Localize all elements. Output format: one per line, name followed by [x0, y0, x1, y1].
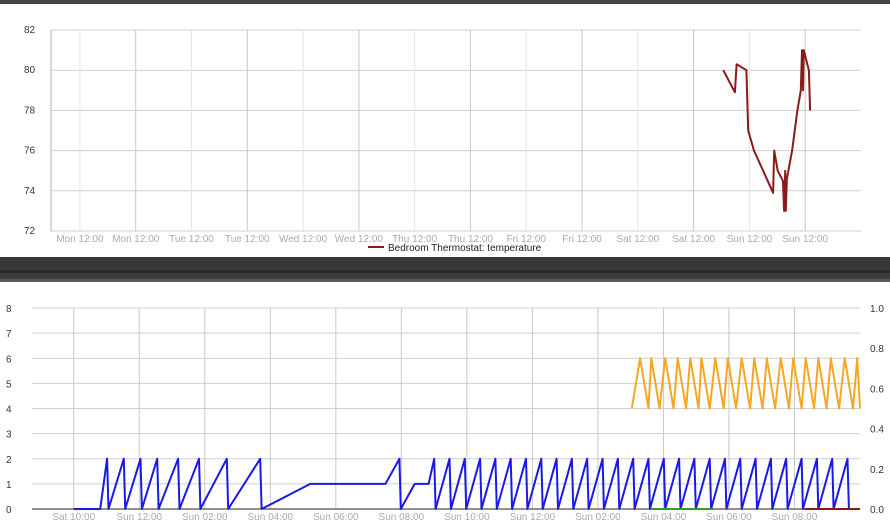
chart2-y-tick-label: 5: [6, 379, 12, 390]
chart2-x-tick-label: Sun 04:00: [641, 512, 687, 523]
chart1-x-tick-label: Mon 12:00: [56, 234, 104, 245]
chart2-y2-tick-label: 0.6: [870, 384, 884, 395]
chart1-legend-label: Bedroom Thermostat: temperature: [388, 243, 542, 254]
chart2-x-tick-label: Sun 12:00: [116, 512, 162, 523]
chart2-y2-tick-label: 0.2: [870, 465, 884, 476]
chart1-plot-area: [51, 30, 861, 231]
chart2-y-tick-label: 7: [6, 329, 12, 340]
chart2-y2-tick-label: 0.4: [870, 425, 884, 436]
chart2-x-tick-label: Sun 02:00: [575, 512, 621, 523]
chart2-x-tick-label: Sun 06:00: [313, 512, 359, 523]
chart2-x-ticks: Sat 10:00 Sun 12:00 Sun 02:00 Sun 04:00 Sun …: [52, 512, 817, 523]
chart2-x-tick-label: Sun 02:00: [182, 512, 228, 523]
chart2-y-ticks: 0 1 2 3 4 5 6 7 8: [6, 304, 12, 516]
chart1-legend: Bedroom Thermostat: temperature: [368, 243, 542, 254]
chart1-x-tick-label: Mon 12:00: [112, 234, 160, 245]
panel-divider: [0, 257, 890, 282]
activity-chart: 0 1 2 3 4 5 6 7 8 0.0 0.2 0.4 0.6 0.8 1.0 Sat 10:00 Su…: [6, 304, 884, 523]
chart2-y-tick-label: 0: [6, 505, 12, 516]
chart2-y-tick-label: 1: [6, 480, 12, 491]
chart1-x-tick-label: Wed 12:00: [335, 234, 384, 245]
chart2-y2-tick-label: 0.8: [870, 344, 884, 355]
chart1-y-ticks: 72 74 76 78 80 82: [24, 25, 36, 237]
chart2-y-tick-label: 8: [6, 304, 12, 315]
chart1-y-tick-label: 80: [24, 65, 36, 76]
chart1-y-tick-label: 78: [24, 105, 36, 116]
temperature-chart: 72 74 76 78 80 82 Mon 12:00 Mon 12:00 Tue 12:00…: [24, 25, 861, 254]
chart2-y2-tick-label: 1.0: [870, 304, 884, 315]
chart1-y-tick-label: 72: [24, 226, 36, 237]
chart1-x-tick-label: Sun 12:00: [727, 234, 773, 245]
chart1-x-tick-label: Sat 12:00: [672, 234, 715, 245]
chart2-y2-ticks: 0.0 0.2 0.4 0.6 0.8 1.0: [870, 304, 884, 516]
chart1-y-tick-label: 82: [24, 25, 36, 36]
chart2-y-tick-label: 6: [6, 354, 12, 365]
chart2-x-tick-label: Sun 12:00: [510, 512, 556, 523]
chart1-x-tick-label: Fri 12:00: [562, 234, 602, 245]
chart2-x-tick-label: Sun 08:00: [379, 512, 425, 523]
chart1-x-tick-label: Wed 12:00: [279, 234, 328, 245]
chart2-x-tick-label: Sun 08:00: [772, 512, 818, 523]
chart2-x-tick-label: Sat 10:00: [52, 512, 95, 523]
chart2-x-tick-label: Sun 04:00: [248, 512, 294, 523]
chart2-y-tick-label: 4: [6, 405, 12, 416]
chart1-x-tick-label: Sat 12:00: [616, 234, 659, 245]
chart1-x-tick-label: Tue 12:00: [169, 234, 214, 245]
chart2-y-tick-label: 2: [6, 455, 12, 466]
chart1-x-tick-label: Sun 12:00: [782, 234, 828, 245]
chart2-x-tick-label: Sun 10:00: [444, 512, 490, 523]
chart1-gridlines: [50, 29, 861, 232]
chart1-y-tick-label: 76: [24, 146, 36, 157]
chart2-x-tick-label: Sun 06:00: [706, 512, 752, 523]
chart1-y-tick-label: 74: [24, 186, 36, 197]
chart1-x-tick-label: Tue 12:00: [225, 234, 270, 245]
chart2-y-tick-label: 3: [6, 430, 12, 441]
chart2-y2-tick-label: 0.0: [870, 505, 884, 516]
